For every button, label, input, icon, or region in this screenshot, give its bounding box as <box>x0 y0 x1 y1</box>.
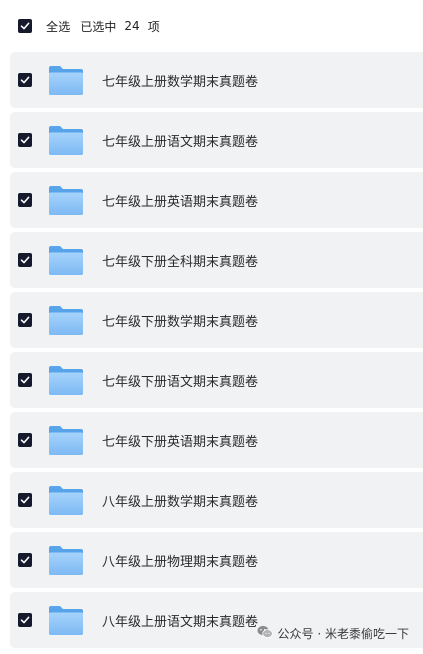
checkmark-icon <box>20 76 30 84</box>
watermark-text: 公众号 · 米老黍偷吃一下 <box>277 627 409 641</box>
folder-icon <box>48 544 84 576</box>
row-checkbox[interactable] <box>18 313 32 327</box>
file-name: 七年级下册全科期末真题卷 <box>102 254 259 270</box>
file-row[interactable]: 七年级下册全科期末真题卷 <box>10 232 423 288</box>
folder-icon <box>48 64 84 96</box>
row-checkbox[interactable] <box>18 193 32 207</box>
selected-count: 24 <box>124 19 140 33</box>
checkmark-icon <box>20 196 30 204</box>
file-name: 七年级上册英语期末真题卷 <box>102 194 259 210</box>
select-all-checkbox[interactable] <box>18 19 32 33</box>
row-checkbox[interactable] <box>18 553 32 567</box>
checkmark-icon <box>20 136 30 144</box>
folder-icon <box>48 304 84 336</box>
file-row[interactable]: 七年级上册数学期末真题卷 <box>10 52 423 108</box>
file-name: 八年级上册数学期末真题卷 <box>102 494 259 510</box>
folder-icon <box>48 124 84 156</box>
row-checkbox[interactable] <box>18 373 32 387</box>
file-selection-page: 全选 已选中 24 项 七年级上册数学期末真题卷 七年级上册语文期末真题卷 七年… <box>0 0 423 654</box>
row-checkbox[interactable] <box>18 253 32 267</box>
wechat-icon <box>257 625 273 642</box>
folder-icon <box>48 244 84 276</box>
file-row[interactable]: 七年级下册数学期末真题卷 <box>10 292 423 348</box>
checkmark-icon <box>20 316 30 324</box>
file-row[interactable]: 七年级下册英语期末真题卷 <box>10 412 423 468</box>
file-name: 七年级上册数学期末真题卷 <box>102 74 259 90</box>
checkmark-icon <box>20 556 30 564</box>
folder-icon <box>48 604 84 636</box>
row-checkbox[interactable] <box>18 73 32 87</box>
folder-icon <box>48 364 84 396</box>
file-name: 七年级下册语文期末真题卷 <box>102 374 259 390</box>
file-row[interactable]: 八年级上册物理期末真题卷 <box>10 532 423 588</box>
file-row[interactable]: 七年级下册语文期末真题卷 <box>10 352 423 408</box>
file-name: 八年级上册物理期末真题卷 <box>102 554 259 570</box>
checkmark-icon <box>20 496 30 504</box>
row-checkbox[interactable] <box>18 493 32 507</box>
folder-icon <box>48 484 84 516</box>
file-name: 八年级上册语文期末真题卷 <box>102 614 259 630</box>
checkmark-icon <box>20 616 30 624</box>
file-name: 七年级下册数学期末真题卷 <box>102 314 259 330</box>
folder-icon <box>48 184 84 216</box>
checkmark-icon <box>20 376 30 384</box>
file-row[interactable]: 七年级上册语文期末真题卷 <box>10 112 423 168</box>
selected-count-prefix: 已选中 <box>80 19 117 34</box>
file-name: 七年级下册英语期末真题卷 <box>102 434 259 450</box>
checkmark-icon <box>20 256 30 264</box>
file-list: 七年级上册数学期末真题卷 七年级上册语文期末真题卷 七年级上册英语期末真题卷 七… <box>10 52 423 652</box>
checkmark-icon <box>20 436 30 444</box>
file-name: 七年级上册语文期末真题卷 <box>102 134 259 150</box>
folder-icon <box>48 424 84 456</box>
row-checkbox[interactable] <box>18 133 32 147</box>
watermark: 公众号 · 米老黍偷吃一下 <box>257 625 409 642</box>
row-checkbox[interactable] <box>18 613 32 627</box>
selection-header: 全选 已选中 24 项 <box>0 0 423 52</box>
file-row[interactable]: 八年级上册数学期末真题卷 <box>10 472 423 528</box>
selected-count-suffix: 项 <box>147 19 160 34</box>
checkmark-icon <box>20 22 30 30</box>
row-checkbox[interactable] <box>18 433 32 447</box>
file-row[interactable]: 七年级上册英语期末真题卷 <box>10 172 423 228</box>
select-all-label[interactable]: 全选 <box>46 18 70 35</box>
